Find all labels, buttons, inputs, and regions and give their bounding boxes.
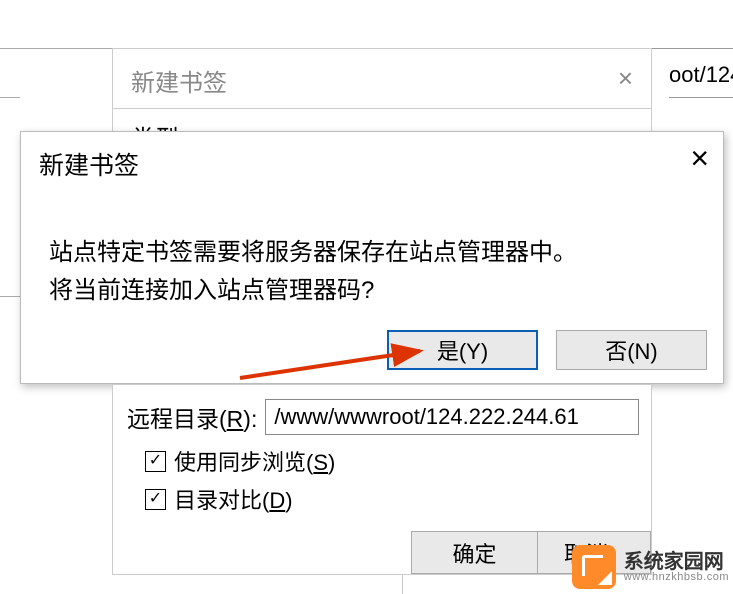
remote-directory-label: 远程目录(R): — [127, 400, 257, 434]
sync-browse-post: ) — [328, 450, 335, 475]
background-line — [669, 97, 733, 98]
confirm-dialog: 新建书签 × 站点特定书签需要将服务器保存在站点管理器中。 将当前连接加入站点管… — [20, 131, 724, 384]
background-path-fragment: oot/124 — [669, 62, 733, 88]
dir-compare-label: 目录对比(D) — [174, 483, 293, 515]
dialog-message: 站点特定书签需要将服务器保存在站点管理器中。 将当前连接加入站点管理器码? — [21, 182, 723, 310]
no-button[interactable]: 否(N) — [556, 330, 707, 370]
sync-browse-pre: 使用同步浏览( — [174, 450, 313, 475]
dir-compare-post: ) — [285, 488, 292, 513]
panel-bottom-divider — [402, 574, 403, 594]
sync-browse-checkbox[interactable]: ✓ — [145, 451, 166, 472]
dialog-message-line2: 将当前连接加入站点管理器码? — [49, 272, 701, 310]
behind-window-body: 类型 — [112, 109, 652, 133]
panel-button-row: 确定 取消 — [411, 531, 651, 574]
left-divider-1 — [0, 97, 20, 98]
upper-border-right — [650, 48, 733, 49]
new-bookmark-window-behind: 新建书签 × — [112, 48, 652, 109]
yes-button[interactable]: 是(Y) — [387, 330, 538, 370]
close-icon[interactable]: × — [618, 63, 633, 94]
dir-compare-checkbox[interactable]: ✓ — [145, 489, 166, 510]
remote-directory-input[interactable] — [265, 399, 639, 435]
ok-button[interactable]: 确定 — [411, 531, 537, 574]
sync-browse-key: S — [313, 450, 328, 475]
dir-compare-row[interactable]: ✓ 目录对比(D) — [113, 479, 651, 517]
dialog-button-row: 是(Y) 否(N) — [387, 330, 707, 370]
dialog-message-line1: 站点特定书签需要将服务器保存在站点管理器中。 — [49, 234, 701, 272]
sync-browse-label: 使用同步浏览(S) — [174, 445, 335, 477]
remote-directory-row: 远程目录(R): — [113, 385, 651, 441]
dialog-title: 新建书签 — [21, 132, 723, 182]
sync-browse-row[interactable]: ✓ 使用同步浏览(S) — [113, 441, 651, 479]
close-icon[interactable]: × — [690, 142, 709, 174]
left-divider-2 — [0, 296, 20, 297]
dir-compare-pre: 目录对比( — [174, 488, 269, 513]
dir-compare-key: D — [269, 488, 285, 513]
remote-label-post: ): — [243, 406, 257, 432]
upper-border-left — [0, 48, 112, 49]
bookmark-settings-panel: 远程目录(R): ✓ 使用同步浏览(S) ✓ 目录对比(D) 确定 取消 — [112, 384, 652, 575]
behind-window-title: 新建书签 — [113, 49, 651, 112]
cancel-button[interactable]: 取消 — [537, 531, 651, 574]
remote-label-key: R — [227, 406, 244, 432]
remote-label-pre: 远程目录( — [127, 406, 227, 432]
